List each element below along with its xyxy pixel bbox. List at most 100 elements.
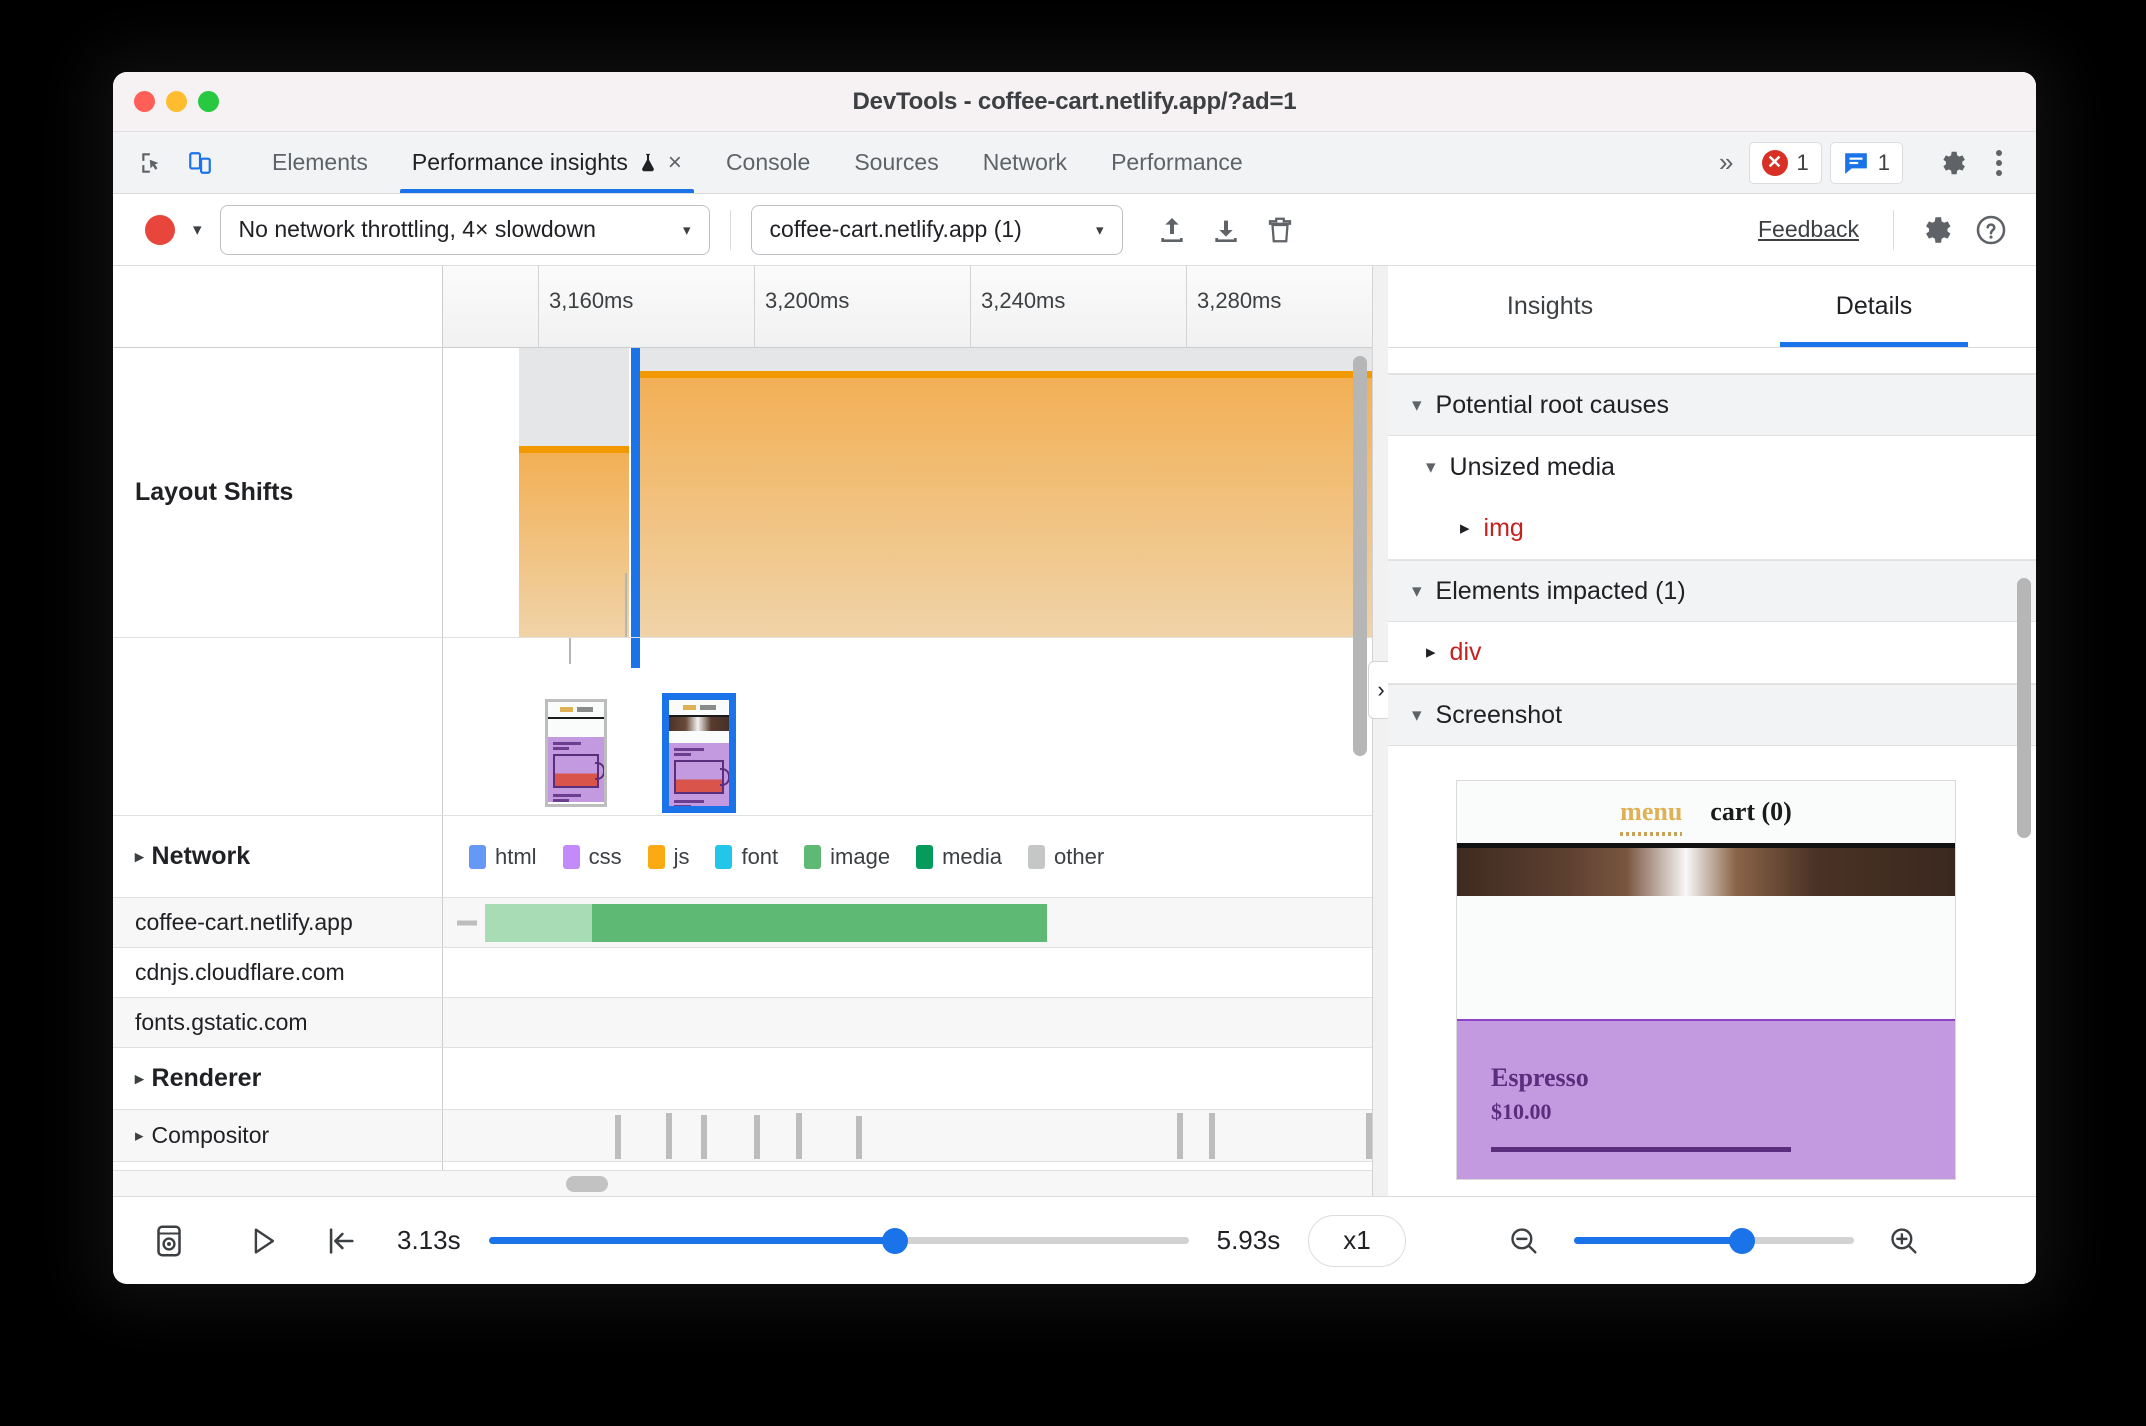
compositor-task[interactable] xyxy=(1209,1113,1216,1159)
row-service-worker[interactable]: Service Worker xyxy=(113,1162,1372,1170)
sidebar-vertical-scrollbar[interactable] xyxy=(2017,578,2031,838)
section-potential-root-causes-label: Potential root causes xyxy=(1435,390,1670,419)
record-caret-icon[interactable]: ▾ xyxy=(183,220,212,240)
expand-triangle-icon[interactable]: ▸ xyxy=(135,848,144,865)
row-label-renderer[interactable]: ▸ Renderer xyxy=(113,1048,443,1109)
gear-icon[interactable] xyxy=(1914,207,1960,253)
sidebar-tab-insights[interactable]: Insights xyxy=(1388,266,1712,347)
filmstrip-track[interactable] xyxy=(443,638,1372,815)
compositor-task[interactable] xyxy=(1176,1113,1183,1159)
section-elements-impacted[interactable]: ▾ Elements impacted (1) xyxy=(1388,560,2036,622)
request-track-fonts-gstatic[interactable] xyxy=(443,998,1372,1047)
timeline-scrubber[interactable] xyxy=(488,1227,1189,1254)
zoom-slider[interactable] xyxy=(1573,1227,1854,1254)
row-network-label: Network xyxy=(151,842,251,870)
tab-network[interactable]: Network xyxy=(961,132,1089,193)
timeline-horizontal-scrollbar-track[interactable] xyxy=(113,1170,1372,1196)
expand-triangle-icon[interactable]: ▸ xyxy=(135,1070,144,1087)
tab-performance[interactable]: Performance xyxy=(1089,132,1265,193)
subsection-unsized-media[interactable]: ▾ Unsized media xyxy=(1388,436,2036,498)
chevron-down-icon[interactable]: ▾ xyxy=(1412,582,1422,601)
trash-icon[interactable] xyxy=(1257,207,1303,253)
zoom-slider-track[interactable] xyxy=(1573,1227,1854,1254)
jump-to-start-icon[interactable] xyxy=(313,1213,369,1269)
target-select[interactable]: coffee-cart.netlify.app (1) ▾ xyxy=(750,204,1123,255)
compositor-track[interactable] xyxy=(443,1110,1372,1161)
tab-sources[interactable]: Sources xyxy=(832,132,960,193)
compositor-task[interactable] xyxy=(665,1113,672,1159)
tab-close-icon[interactable]: × xyxy=(668,150,682,175)
request-track-coffee-cart[interactable] xyxy=(443,898,1372,947)
expand-triangle-icon[interactable]: ▸ xyxy=(135,1127,144,1144)
device-toolbar-icon[interactable] xyxy=(179,142,221,184)
error-badge[interactable]: ✕ 1 xyxy=(1748,141,1822,184)
error-circle-icon: ✕ xyxy=(1761,149,1788,176)
node-div[interactable]: ▸ div xyxy=(1388,622,2036,684)
help-circle-icon[interactable] xyxy=(1968,207,2014,253)
minimize-window-button[interactable] xyxy=(166,91,187,112)
chevron-down-icon[interactable]: ▾ xyxy=(1412,396,1422,415)
scrubber-track[interactable] xyxy=(488,1227,1189,1254)
row-label-network[interactable]: ▸ Network xyxy=(113,816,443,897)
row-layout-shifts[interactable]: Layout Shifts xyxy=(113,348,1372,638)
timeline-vertical-scrollbar[interactable] xyxy=(1353,356,1367,756)
sidebar-tab-details[interactable]: Details xyxy=(1712,266,2036,347)
expand-triangle-icon[interactable]: ▸ xyxy=(1426,643,1436,662)
record-circle-icon[interactable] xyxy=(145,214,175,245)
chevron-down-icon[interactable]: ▾ xyxy=(1412,706,1422,725)
playback-rate-button[interactable]: x1 xyxy=(1308,1214,1406,1267)
kebab-menu-icon[interactable] xyxy=(1982,149,2016,176)
row-request-fonts-gstatic[interactable]: fonts.gstatic.com xyxy=(113,998,1372,1048)
row-renderer-group[interactable]: ▸ Renderer xyxy=(113,1048,1372,1110)
scrubber-knob[interactable] xyxy=(881,1227,908,1254)
compositor-task[interactable] xyxy=(796,1113,803,1159)
sidebar-tab-insights-label: Insights xyxy=(1506,292,1594,320)
page-screenshot[interactable]: menu cart (0) Espresso $10.00 xyxy=(1456,780,1956,1180)
tab-performance-insights[interactable]: Performance insights × xyxy=(390,132,704,193)
row-compositor[interactable]: ▸ Compositor xyxy=(113,1110,1372,1162)
message-badge[interactable]: 1 xyxy=(1829,141,1903,184)
node-div-label[interactable]: div xyxy=(1450,638,1482,667)
play-icon[interactable] xyxy=(235,1213,291,1269)
maximize-window-button[interactable] xyxy=(198,91,219,112)
request-queue-segment[interactable] xyxy=(484,903,592,942)
compositor-task[interactable] xyxy=(754,1115,761,1159)
filmstrip-icon[interactable] xyxy=(141,1213,197,1269)
zoom-out-icon[interactable] xyxy=(1496,1213,1552,1269)
compositor-task[interactable] xyxy=(856,1116,863,1159)
layout-shift-bar-0[interactable] xyxy=(519,446,629,637)
more-tabs-icon[interactable]: » xyxy=(1707,147,1740,178)
inspect-element-icon[interactable] xyxy=(131,142,173,184)
filmstrip-thumbnail-selected[interactable] xyxy=(662,693,737,813)
zoom-slider-knob[interactable] xyxy=(1728,1227,1755,1254)
feedback-link[interactable]: Feedback xyxy=(1758,216,1873,243)
download-icon[interactable] xyxy=(1203,207,1249,253)
tab-elements[interactable]: Elements xyxy=(250,132,390,193)
filmstrip-thumbnail[interactable] xyxy=(545,699,608,807)
node-img[interactable]: ▸ img xyxy=(1388,498,2036,560)
throttling-select[interactable]: No network throttling, 4× slowdown ▾ xyxy=(219,204,710,255)
row-network-group[interactable]: ▸ Network html css js font image media o… xyxy=(113,816,1372,898)
gear-icon[interactable] xyxy=(1932,142,1974,184)
request-track-cdnjs[interactable] xyxy=(443,948,1372,997)
zoom-in-icon[interactable] xyxy=(1876,1213,1932,1269)
ruler-tick-2: 3,240ms xyxy=(971,266,1187,347)
row-request-coffee-cart[interactable]: coffee-cart.netlify.app xyxy=(113,898,1372,948)
compositor-task[interactable] xyxy=(614,1115,621,1159)
row-label-compositor[interactable]: ▸ Compositor xyxy=(113,1110,443,1161)
layout-shifts-track[interactable] xyxy=(443,348,1372,637)
row-request-cdnjs[interactable]: cdnjs.cloudflare.com xyxy=(113,948,1372,998)
layout-shift-bar-1[interactable] xyxy=(637,371,1372,637)
expand-triangle-icon[interactable]: ▸ xyxy=(1460,519,1470,538)
timeline-horizontal-scrollbar-thumb[interactable] xyxy=(566,1176,609,1192)
section-screenshot[interactable]: ▾ Screenshot xyxy=(1388,684,2036,746)
pane-divider[interactable]: › xyxy=(1368,266,1394,1196)
upload-icon[interactable] xyxy=(1149,207,1195,253)
close-window-button[interactable] xyxy=(134,91,155,112)
node-img-label[interactable]: img xyxy=(1484,514,1524,543)
section-potential-root-causes[interactable]: ▾ Potential root causes xyxy=(1388,374,2036,436)
chevron-down-icon[interactable]: ▾ xyxy=(1426,458,1436,477)
request-download-segment[interactable] xyxy=(591,903,1047,942)
compositor-task[interactable] xyxy=(701,1115,708,1159)
tab-console[interactable]: Console xyxy=(704,132,832,193)
